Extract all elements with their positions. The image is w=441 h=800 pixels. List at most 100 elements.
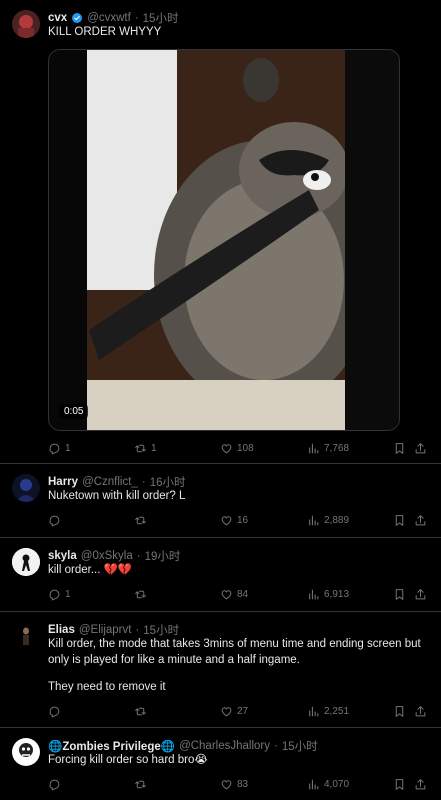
separator: · [134,12,139,24]
share-button[interactable] [414,588,427,601]
author-handle[interactable]: @Elijaprvt [79,624,132,636]
share-button[interactable] [414,514,427,527]
views-count: 4,070 [324,778,350,790]
avatar[interactable] [12,474,40,502]
share-icon [414,588,427,601]
action-bar: 16 2,889 [48,512,427,528]
share-button[interactable] [414,442,427,455]
bookmark-icon [393,778,406,791]
share-button[interactable] [414,778,427,791]
reply-button[interactable]: 1 [48,442,71,455]
views-count: 7,768 [324,442,350,454]
author-handle[interactable]: @Cznflict_ [82,476,138,488]
avatar[interactable] [12,10,40,38]
reply-button[interactable] [48,778,65,791]
reply-icon [48,778,61,791]
repost-button[interactable]: 1 [134,442,157,455]
separator: · [136,550,141,562]
like-count: 83 [237,778,249,790]
bookmark-icon [393,442,406,455]
post-text-paragraph-2: They need to remove it [48,681,166,693]
bookmark-icon [393,514,406,527]
like-icon [220,705,233,718]
author-name[interactable]: cvx [48,12,67,24]
avatar-image [12,474,40,502]
post-text: Kill order, the mode that takes 3mins of… [48,638,421,666]
action-bar: 83 4,070 [48,776,427,792]
action-bar: 27 2,251 [48,703,427,719]
reply-icon [48,514,61,527]
like-icon [220,778,233,791]
post-elias[interactable]: Elias @Elijaprvt · 15小时 Kill order, the … [0,612,441,728]
views-button[interactable]: 2,251 [307,705,349,718]
post-text: kill order... 💔💔 [48,564,133,576]
like-count: 108 [237,442,254,454]
reply-icon [48,705,61,718]
avatar[interactable] [12,738,40,766]
avatar[interactable] [12,548,40,576]
like-button[interactable]: 108 [220,442,254,455]
video-player[interactable]: 0:05 [48,49,400,431]
like-button[interactable]: 27 [220,705,248,718]
post-harry[interactable]: Harry @Cznflict_ · 16小时 Nuketown with ki… [0,464,441,538]
views-icon [307,442,320,455]
like-button[interactable]: 84 [220,588,248,601]
video-frame [49,50,399,430]
avatar[interactable] [12,622,40,650]
video-duration: 0:05 [59,404,89,419]
post-cvx[interactable]: cvx @cvxwtf · 15小时 KILL ORDER WHYYY 0:05… [0,0,441,464]
repost-icon [134,442,147,455]
author-handle[interactable]: @0xSkyla [81,550,133,562]
views-count: 2,251 [324,705,350,717]
author-name[interactable]: Elias [48,624,75,636]
post-zombies-privilege[interactable]: 🌐Zombies Privilege🌐 @CharlesJhallory · 1… [0,728,441,800]
views-button[interactable]: 7,768 [307,442,349,455]
views-button[interactable]: 2,889 [307,514,349,527]
like-button[interactable]: 16 [220,514,248,527]
bookmark-button[interactable] [393,442,406,455]
separator: · [141,476,146,488]
bookmark-button[interactable] [393,705,406,718]
views-icon [307,514,320,527]
repost-button[interactable] [134,705,151,718]
post-skyla[interactable]: skyla @0xSkyla · 19小时 kill order... 💔💔 1… [0,538,441,612]
author-handle[interactable]: @cvxwtf [87,12,131,24]
reply-button[interactable] [48,705,65,718]
avatar-image [12,548,40,576]
like-icon [220,588,233,601]
bookmark-button[interactable] [393,778,406,791]
repost-button[interactable] [134,588,151,601]
action-bar: 1 1 108 7,768 [48,440,427,456]
like-count: 27 [237,705,249,717]
author-name[interactable]: Harry [48,476,78,488]
like-icon [220,514,233,527]
reply-count: 1 [65,588,71,600]
reply-icon [48,442,61,455]
share-button[interactable] [414,705,427,718]
views-count: 2,889 [324,514,350,526]
repost-button[interactable] [134,778,151,791]
views-button[interactable]: 4,070 [307,778,349,791]
share-icon [414,514,427,527]
post-text: Forcing kill order so hard bro😭 [48,754,208,766]
post-text: KILL ORDER WHYYY [48,26,162,38]
share-icon [414,442,427,455]
author-name[interactable]: 🌐Zombies Privilege🌐 [48,739,175,753]
action-bar: 1 84 6,913 [48,586,427,602]
bookmark-button[interactable] [393,514,406,527]
like-button[interactable]: 83 [220,778,248,791]
reply-icon [48,588,61,601]
author-name[interactable]: skyla [48,550,77,562]
bookmark-button[interactable] [393,588,406,601]
reply-button[interactable]: 1 [48,588,71,601]
post-text: Nuketown with kill order? L [48,490,186,502]
repost-button[interactable] [134,514,151,527]
repost-icon [134,705,147,718]
avatar-image [12,622,40,650]
author-handle[interactable]: @CharlesJhallory [179,740,270,752]
reply-button[interactable] [48,514,65,527]
separator: · [274,740,278,752]
views-button[interactable]: 6,913 [307,588,349,601]
verified-icon [71,12,83,24]
share-icon [414,778,427,791]
